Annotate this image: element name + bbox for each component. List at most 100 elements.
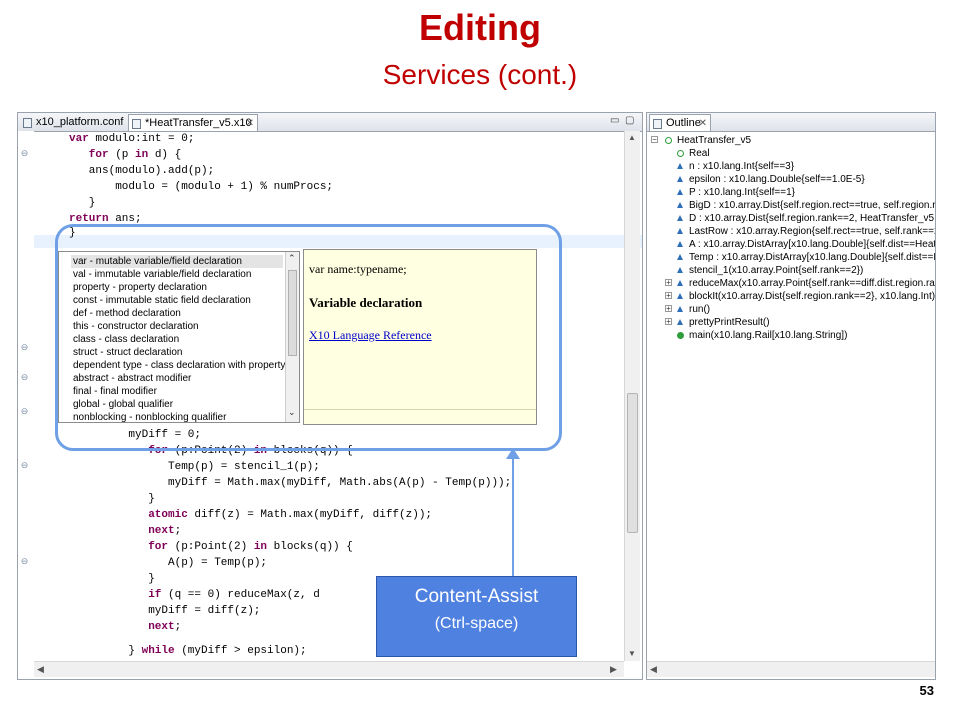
outline-item-label: BigD : x10.array.Dist{self.region.rect==…: [689, 200, 936, 211]
outline-item[interactable]: stencil_1(x10.array.Point{self.rank==2}): [647, 264, 935, 277]
outline-item[interactable]: P : x10.lang.Int{self==1}: [647, 186, 935, 199]
scroll-down-icon[interactable]: ▼: [628, 649, 636, 658]
code-text: (p:Point(2): [168, 541, 254, 553]
code-text: (myDiff > epsilon);: [174, 645, 307, 657]
code-line: var modulo:int = 0;: [69, 131, 194, 147]
method-icon: [677, 293, 683, 299]
outline-item[interactable]: + reduceMax(x10.array.Point{self.rank==di…: [647, 277, 935, 290]
code-text: }: [88, 197, 96, 209]
code-line: ans(modulo).add(p);: [89, 163, 214, 179]
outline-item-label: reduceMax(x10.array.Point{self.rank==dif…: [689, 278, 936, 289]
code-text: ans(modulo).add(p);: [88, 165, 215, 177]
code-text: d) {: [148, 149, 182, 161]
outline-item[interactable]: Real: [647, 147, 935, 160]
tab-heattransfer-v5[interactable]: *HeatTransfer_v5.x10 ✕: [128, 114, 258, 131]
tab-label: x10_platform.conf: [36, 116, 124, 128]
code-keyword: next: [148, 621, 175, 633]
outline-item-label: run(): [689, 304, 711, 315]
tab-label: Outline: [666, 117, 701, 129]
outline-item-label: epsilon : x10.lang.Double{self==1.0E-5}: [689, 174, 865, 185]
scroll-thumb[interactable]: [627, 393, 638, 533]
outline-item-label: Real: [689, 148, 710, 159]
outline-item[interactable]: + prettyPrintResult(): [647, 316, 935, 329]
field-icon: [677, 241, 683, 247]
tab-x10-platform-conf[interactable]: x10_platform.conf: [20, 114, 128, 131]
code-line: for (p:Point(2) in blocks(q)) {: [148, 539, 353, 555]
outline-horizontal-scrollbar[interactable]: ◀: [647, 661, 935, 677]
close-icon[interactable]: ✕: [246, 115, 254, 132]
code-keyword: next: [148, 525, 175, 537]
outline-item[interactable]: BigD : x10.array.Dist{self.region.rect==…: [647, 199, 935, 212]
fold-icon[interactable]: ⊖: [20, 343, 29, 352]
callout-arrow-head: [506, 448, 520, 459]
outline-item[interactable]: + run(): [647, 303, 935, 316]
scroll-left-icon[interactable]: ◀: [37, 664, 44, 675]
maximize-icon[interactable]: ▢: [625, 115, 634, 126]
collapse-icon[interactable]: −: [651, 136, 658, 144]
outline-tab-bar: Outline ✕: [647, 113, 935, 132]
code-text: modulo = (modulo + 1) % numProcs;: [115, 181, 334, 193]
tab-outline[interactable]: Outline ✕: [649, 114, 711, 131]
editor-gutter: ⊖ ⊖ ⊖ ⊖ ⊖ ⊖: [18, 131, 34, 661]
code-line: }: [148, 571, 155, 587]
code-keyword: if: [148, 589, 162, 601]
outline-item[interactable]: Temp : x10.array.DistArray[x10.lang.Doub…: [647, 251, 935, 264]
field-icon: [677, 163, 683, 169]
expand-icon[interactable]: +: [665, 279, 672, 287]
class-icon: [665, 137, 672, 144]
fold-icon[interactable]: ⊖: [20, 373, 29, 382]
outline-item[interactable]: main(x10.lang.Rail[x10.lang.String]): [647, 329, 935, 342]
editor-horizontal-scrollbar[interactable]: ◀ ▶: [34, 661, 624, 677]
expand-icon[interactable]: +: [665, 292, 672, 300]
code-line: myDiff = diff(z);: [148, 603, 260, 619]
method-icon: [677, 267, 683, 273]
outline-item[interactable]: − HeatTransfer_v5: [647, 134, 935, 147]
outline-item[interactable]: D : x10.array.Dist{self.region.rank==2, …: [647, 212, 935, 225]
code-line: modulo = (modulo + 1) % numProcs;: [115, 179, 333, 195]
outline-item-label: HeatTransfer_v5: [677, 135, 752, 146]
code-text: modulo:int = 0;: [88, 133, 195, 145]
main-method-icon: [677, 332, 684, 339]
outline-item-label: prettyPrintResult(): [689, 317, 770, 328]
editor-tab-bar: x10_platform.conf *HeatTransfer_v5.x10 ✕…: [18, 113, 642, 132]
code-line: if (q == 0) reduceMax(z, d: [148, 587, 320, 603]
outline-item[interactable]: A : x10.array.DistArray[x10.lang.Double]…: [647, 238, 935, 251]
outline-item-label: Temp : x10.array.DistArray[x10.lang.Doub…: [689, 252, 935, 263]
code-text: A(p) = Temp(p);: [168, 557, 268, 569]
outline-item[interactable]: + blockIt(x10.array.Dist{self.region.rank…: [647, 290, 935, 303]
scroll-right-icon[interactable]: ▶: [610, 664, 617, 675]
outline-item-label: stencil_1(x10.array.Point{self.rank==2}): [689, 265, 864, 276]
content-assist-callout: Content-Assist (Ctrl-space): [376, 576, 577, 657]
close-icon[interactable]: ✕: [699, 115, 707, 132]
fold-icon[interactable]: ⊖: [20, 557, 29, 566]
code-text: (q == 0) reduceMax(z, d: [161, 589, 320, 601]
code-keyword: in: [253, 541, 268, 553]
code-text: ;: [174, 621, 182, 633]
field-icon: [677, 215, 683, 221]
page-number: 53: [919, 683, 934, 698]
editor-vertical-scrollbar[interactable]: ▲ ▼: [624, 131, 640, 661]
field-icon: [677, 202, 683, 208]
field-icon: [677, 176, 683, 182]
scroll-up-icon[interactable]: ▲: [628, 133, 636, 142]
code-line: atomic diff(z) = Math.max(myDiff, diff(z…: [148, 507, 432, 523]
field-icon: [677, 228, 683, 234]
code-text: ;: [174, 525, 182, 537]
x10-file-icon: [132, 119, 141, 129]
callout-shortcut: (Ctrl-space): [434, 615, 519, 632]
minimize-icon[interactable]: ▭: [610, 115, 619, 126]
code-keyword: while: [141, 645, 175, 657]
file-icon: [23, 118, 32, 128]
code-keyword: in: [135, 149, 149, 161]
code-keyword: for: [148, 541, 168, 553]
outline-item[interactable]: n : x10.lang.Int{self==3}: [647, 160, 935, 173]
code-keyword: atomic: [148, 509, 188, 521]
expand-icon[interactable]: +: [665, 305, 672, 313]
outline-item[interactable]: LastRow : x10.array.Region{self.rect==tr…: [647, 225, 935, 238]
outline-item[interactable]: epsilon : x10.lang.Double{self==1.0E-5}: [647, 173, 935, 186]
scroll-left-icon[interactable]: ◀: [650, 664, 657, 675]
fold-icon[interactable]: ⊖: [20, 461, 29, 470]
fold-icon[interactable]: ⊖: [20, 149, 29, 158]
fold-icon[interactable]: ⊖: [20, 407, 29, 416]
expand-icon[interactable]: +: [665, 318, 672, 326]
